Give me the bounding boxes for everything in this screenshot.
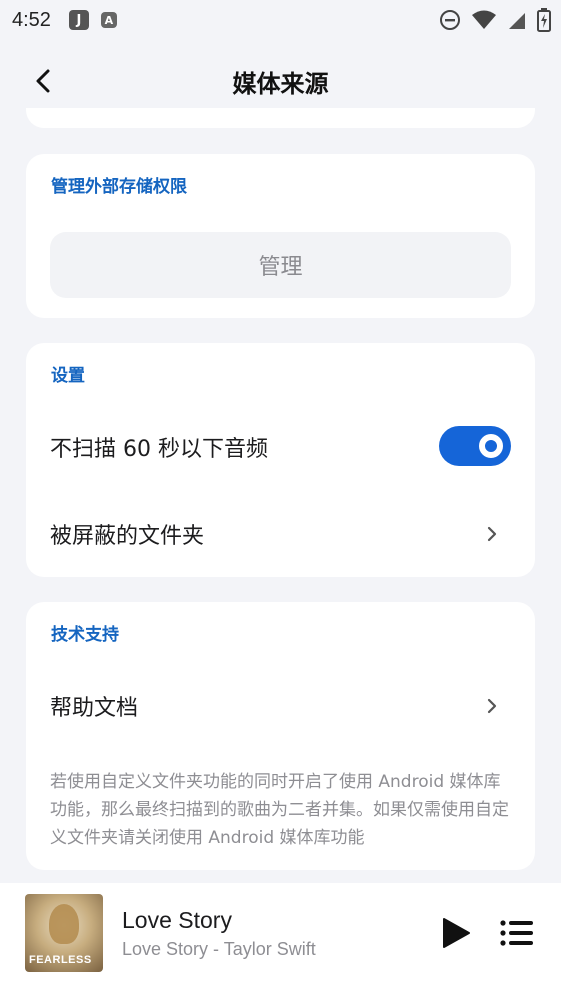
section-title-storage: 管理外部存储权限 <box>51 177 187 197</box>
playlist-queue-icon[interactable] <box>500 919 534 947</box>
help-docs-label: 帮助文档 <box>50 696 139 721</box>
previous-card <box>26 108 535 128</box>
settings-card: 设置 不扫描 60 秒以下音频 被屏蔽的文件夹 <box>26 343 535 577</box>
manage-button[interactable]: 管理 <box>50 232 511 298</box>
battery-icon <box>537 8 551 32</box>
album-art-text: FEARLESS <box>29 954 92 966</box>
signal-icon <box>509 13 525 29</box>
section-title-settings: 设置 <box>51 366 85 386</box>
chevron-right-icon <box>487 698 497 714</box>
mini-player[interactable]: FEARLESS Love Story Love Story - Taylor … <box>0 883 561 999</box>
help-docs-row[interactable]: 帮助文档 <box>26 668 535 744</box>
app-notification-icon: J <box>68 10 89 30</box>
support-card: 技术支持 帮助文档 若使用自定义文件夹功能的同时开启了使用 Android 媒体… <box>26 602 535 870</box>
page-title: 媒体来源 <box>232 70 329 98</box>
play-icon[interactable] <box>440 916 472 950</box>
album-art[interactable]: FEARLESS <box>25 894 103 972</box>
chevron-right-icon <box>487 526 497 542</box>
storage-permission-card: 管理外部存储权限 管理 <box>26 154 535 318</box>
wifi-icon <box>472 10 496 29</box>
skip-short-audio-toggle[interactable] <box>439 426 511 466</box>
toggle-knob <box>479 434 503 458</box>
app-notification-icon-2: A <box>100 12 117 28</box>
song-subtitle: Love Story - Taylor Swift <box>122 939 316 959</box>
skip-short-audio-label: 不扫描 60 秒以下音频 <box>50 437 268 462</box>
status-icons <box>439 8 551 32</box>
song-title: Love Story <box>122 907 232 933</box>
blocked-folders-row[interactable]: 被屏蔽的文件夹 <box>26 493 535 573</box>
status-bar: 4:52 J A <box>0 0 561 40</box>
header: 媒体来源 <box>0 50 561 110</box>
blocked-folders-label: 被屏蔽的文件夹 <box>50 524 205 549</box>
media-library-note: 若使用自定义文件夹功能的同时开启了使用 Android 媒体库功能，那么最终扫描… <box>50 772 509 848</box>
section-title-support: 技术支持 <box>51 625 119 645</box>
status-time: 4:52 <box>12 8 51 31</box>
do-not-disturb-icon <box>440 10 460 30</box>
